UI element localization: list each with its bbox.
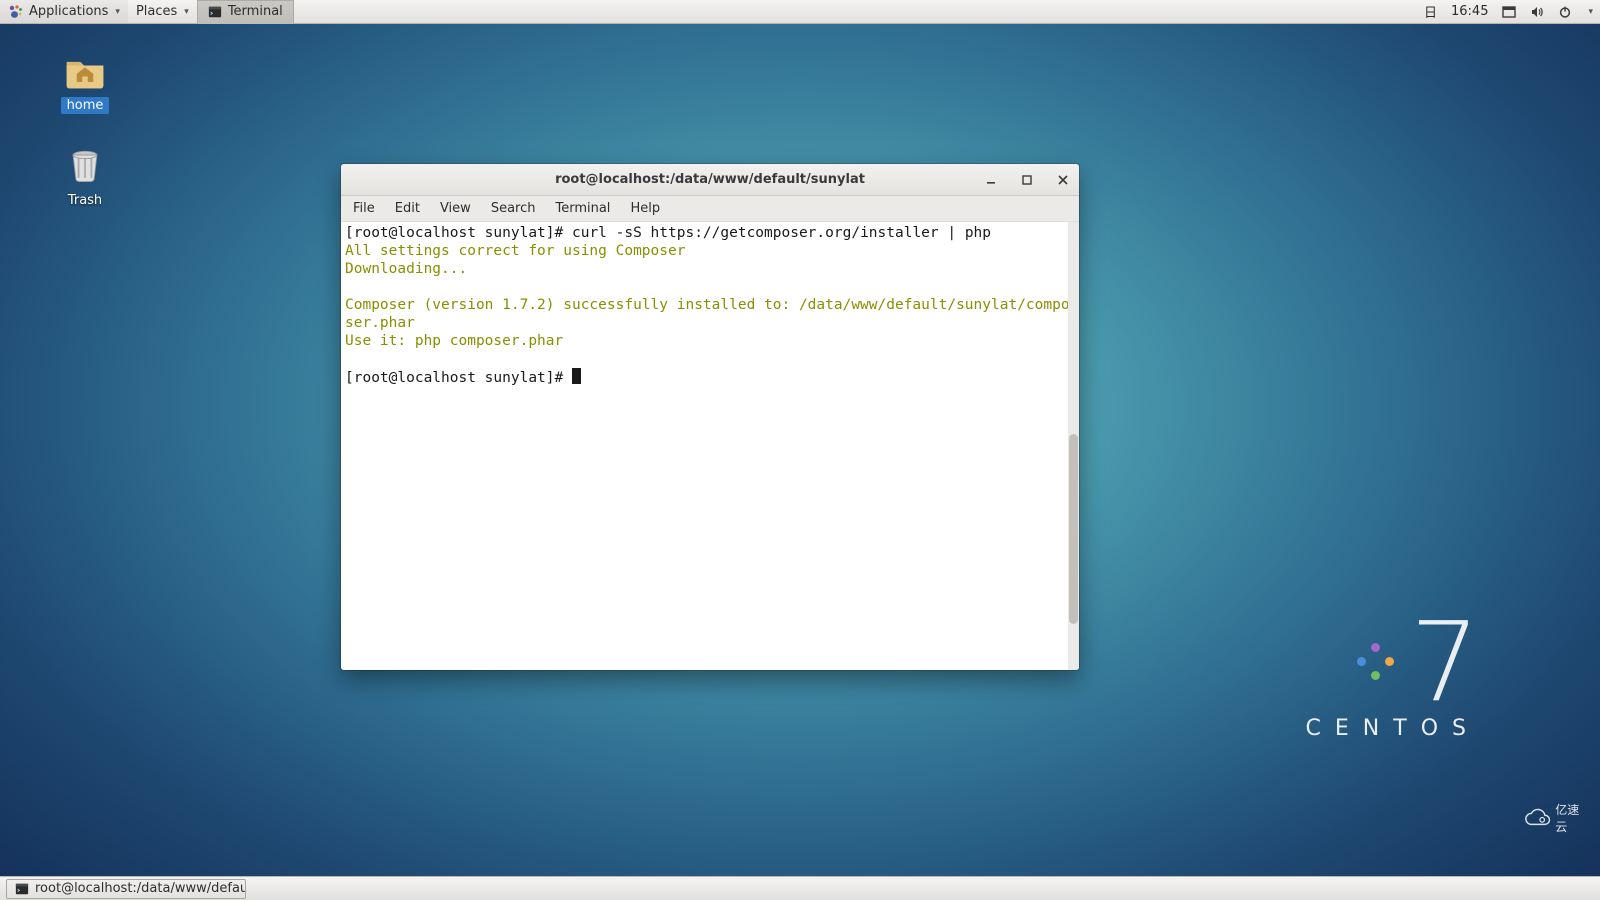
titlebar[interactable]: root@localhost:/data/www/default/sunylat	[341, 164, 1079, 196]
terminal-icon	[15, 882, 29, 896]
centos-seven: 7	[1410, 618, 1480, 706]
desktop-icon-trash-label: Trash	[62, 192, 108, 209]
calendar-icon-glyph: 日	[1424, 2, 1437, 21]
centos-watermark: 7 CENTOS	[1306, 618, 1480, 741]
caret-down-icon: ▾	[184, 7, 189, 17]
window-title: root@localhost:/data/www/default/sunylat	[555, 172, 865, 187]
applications-label: Applications	[29, 4, 108, 19]
top-task-terminal[interactable]: Terminal	[197, 0, 294, 24]
menu-help[interactable]: Help	[620, 196, 670, 221]
menu-terminal[interactable]: Terminal	[545, 196, 620, 221]
window-list-indicator[interactable]	[1495, 0, 1523, 23]
top-panel: Applications ▾ Places ▾ Terminal 日 16:45…	[0, 0, 1600, 24]
volume-icon	[1530, 5, 1544, 19]
menu-search[interactable]: Search	[481, 196, 546, 221]
term-output-installed: Composer (version 1.7.2) successfully in…	[345, 297, 1070, 331]
terminal-icon	[208, 5, 222, 19]
terminal-scrollbar-track[interactable]	[1068, 222, 1079, 670]
desktop[interactable]: home Trash 7 CENTOS 亿速云	[0, 24, 1600, 876]
provider-watermark-text: 亿速云	[1555, 801, 1588, 835]
caret-down-icon: ▾	[115, 7, 120, 17]
close-icon	[1058, 175, 1068, 185]
applications-menu[interactable]: Applications ▾	[0, 0, 128, 23]
terminal-cursor	[572, 368, 581, 384]
folder-home-icon	[63, 49, 107, 93]
caret-down-icon: ▾	[1588, 7, 1593, 17]
terminal-content[interactable]: [root@localhost sunylat]# curl -sS https…	[341, 222, 1079, 670]
terminal-window: root@localhost:/data/www/default/sunylat…	[341, 164, 1079, 670]
cloud-icon	[1524, 807, 1551, 829]
minimize-button[interactable]	[981, 170, 1001, 190]
menubar: File Edit View Search Terminal Help	[341, 196, 1079, 222]
desktop-icon-trash[interactable]: Trash	[40, 144, 130, 209]
term-prompt-2: [root@localhost sunylat]#	[345, 370, 572, 386]
provider-watermark: 亿速云	[1524, 800, 1588, 836]
centos-logo-icon	[1356, 642, 1396, 682]
places-menu[interactable]: Places ▾	[128, 0, 197, 23]
bottom-panel: root@localhost:/data/www/defau...	[0, 876, 1600, 900]
term-command-1: curl -sS https://getcomposer.org/install…	[572, 225, 991, 241]
maximize-icon	[1022, 175, 1032, 185]
gnome-foot-icon	[8, 4, 24, 20]
minimize-icon	[986, 175, 996, 185]
desktop-icon-home[interactable]: home	[40, 49, 130, 114]
top-task-label: Terminal	[228, 4, 283, 19]
system-tray: 日 16:45 ▾	[1417, 0, 1600, 23]
term-output-useit: Use it: php composer.phar	[345, 333, 563, 349]
power-menu-caret[interactable]: ▾	[1579, 0, 1600, 23]
menu-file[interactable]: File	[341, 196, 385, 221]
taskbar-entry-label: root@localhost:/data/www/defau...	[35, 881, 246, 896]
term-output-settings: All settings correct for using Composer	[345, 243, 685, 259]
menu-view[interactable]: View	[430, 196, 481, 221]
menu-edit[interactable]: Edit	[385, 196, 430, 221]
power-indicator[interactable]	[1551, 0, 1579, 23]
close-button[interactable]	[1053, 170, 1073, 190]
taskbar-entry-terminal[interactable]: root@localhost:/data/www/defau...	[6, 879, 246, 899]
centos-name: CENTOS	[1306, 716, 1480, 741]
window-icon	[1502, 5, 1516, 19]
terminal-scrollbar-thumb[interactable]	[1069, 434, 1078, 624]
maximize-button[interactable]	[1017, 170, 1037, 190]
calendar-indicator[interactable]: 日	[1417, 0, 1444, 23]
desktop-icon-home-label: home	[61, 97, 110, 114]
volume-indicator[interactable]	[1523, 0, 1551, 23]
places-label: Places	[136, 4, 177, 19]
power-icon	[1558, 5, 1572, 19]
clock[interactable]: 16:45	[1444, 0, 1495, 23]
trash-icon	[63, 144, 107, 188]
term-output-downloading: Downloading...	[345, 261, 467, 277]
term-prompt-1: [root@localhost sunylat]#	[345, 225, 572, 241]
